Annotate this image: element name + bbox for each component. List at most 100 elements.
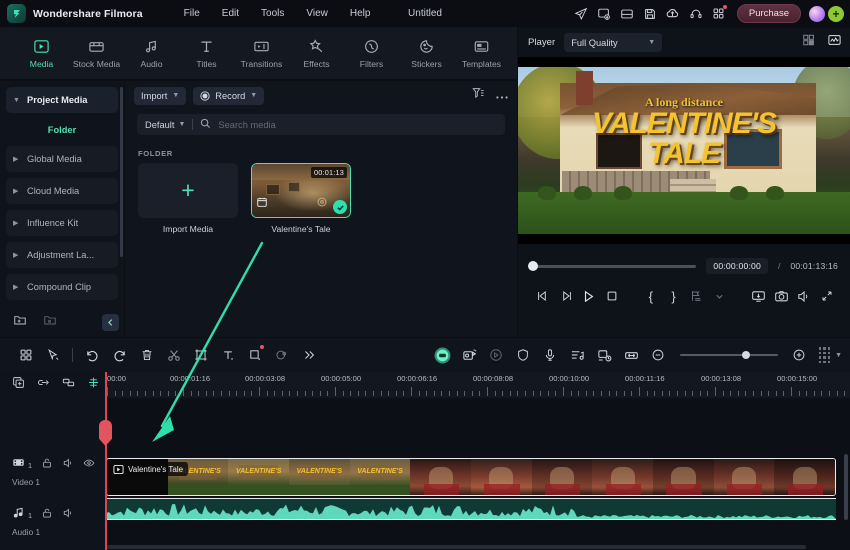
share-icon[interactable] [571,4,591,24]
zoom-in-icon[interactable] [786,343,813,367]
sidebar-scrollbar[interactable] [120,87,123,257]
markers-icon[interactable] [685,285,708,307]
link-icon[interactable] [37,376,50,394]
preview-stage[interactable]: A long distance VALENTINE'S TALE [518,57,850,244]
playhead-ruler[interactable] [105,372,107,398]
grid-view-icon[interactable] [12,343,39,367]
lock-icon[interactable] [41,456,53,474]
tab-effects[interactable]: Effects [289,38,344,69]
tab-transitions[interactable]: Transitions [234,38,289,69]
voice-icon[interactable] [537,343,564,367]
import-button[interactable]: Import ▼ [134,86,187,105]
add-to-timeline-icon[interactable] [256,195,268,213]
tab-media[interactable]: Media [14,38,69,69]
sidebar-item-project-media[interactable]: ▼ Project Media [6,87,118,113]
tab-stickers[interactable]: Stickers [399,38,454,69]
mask-icon[interactable] [241,343,268,367]
tab-templates[interactable]: Templates [454,38,509,69]
menu-help[interactable]: Help [339,4,382,23]
zoom-slider-handle[interactable] [741,350,750,359]
mark-in-icon[interactable]: { [639,285,662,307]
seek-handle[interactable] [528,261,538,271]
cloud-icon[interactable] [663,4,683,24]
delete-folder-icon[interactable] [43,313,57,332]
play-icon[interactable] [578,285,601,307]
prev-frame-icon[interactable] [532,285,555,307]
layout-icon[interactable] [617,4,637,24]
split-icon[interactable] [160,343,187,367]
tab-filters[interactable]: Filters [344,38,399,69]
redo-icon[interactable] [106,343,133,367]
audio-mixer-icon[interactable] [564,343,591,367]
smart-cutout-icon[interactable] [456,343,483,367]
stop-icon[interactable] [600,285,623,307]
fullscreen-icon[interactable] [815,285,838,307]
duplicate-icon[interactable] [12,376,25,394]
sidebar-item-influence-kit[interactable]: ▶ Influence Kit [6,210,118,236]
delete-icon[interactable] [133,343,160,367]
filter-icon[interactable] [471,86,485,105]
crop-icon[interactable] [187,343,214,367]
mute-icon[interactable] [62,456,74,474]
seek-bar[interactable] [528,261,697,271]
current-timecode[interactable]: 00:00:00:00 [706,258,768,274]
menu-file[interactable]: File [173,4,211,23]
text-icon[interactable] [214,343,241,367]
media-info-icon[interactable] [316,195,328,213]
zoom-slider[interactable] [679,350,778,359]
import-media-box[interactable]: + [138,163,238,218]
menu-view[interactable]: View [295,4,339,23]
save-icon[interactable] [640,4,660,24]
more-tools-icon[interactable] [295,343,322,367]
sidebar-folder-label[interactable]: Folder [6,119,118,141]
add-account-icon[interactable]: + [828,5,844,22]
motion-tracking-icon[interactable] [483,343,510,367]
purchase-button[interactable]: Purchase [736,4,801,23]
tab-titles[interactable]: Titles [179,38,234,69]
snap-icon[interactable] [87,376,100,394]
support-icon[interactable] [686,4,706,24]
marker-icon[interactable] [591,343,618,367]
quality-dropdown[interactable]: Full Quality ▼ [564,33,663,52]
timeline-ruler[interactable]: 00:00 00:00:01:16 00:00:03:08 00:00:05:0… [105,372,850,398]
apps-icon[interactable] [709,4,729,24]
group-icon[interactable] [62,376,75,394]
select-tool-icon[interactable] [39,343,66,367]
tab-audio[interactable]: Audio [124,38,179,69]
menu-edit[interactable]: Edit [211,4,250,23]
avatar[interactable] [809,5,825,22]
lock-icon[interactable] [41,506,53,524]
sidebar-item-adjustment-layer[interactable]: ▶ Adjustment La... [6,242,118,268]
export-icon[interactable] [594,4,614,24]
import-media-cell[interactable]: + Import Media [138,163,238,234]
panel-resize-handle[interactable] [818,347,831,363]
snapshot-icon[interactable] [770,285,793,307]
media-item-cell[interactable]: 00:01:13 Valentine's Tale [251,163,351,234]
menu-tools[interactable]: Tools [250,4,295,23]
timeline-vertical-scrollbar[interactable] [844,454,848,520]
stabilization-icon[interactable] [510,343,537,367]
sidebar-item-cloud-media[interactable]: ▶ Cloud Media [6,178,118,204]
eye-icon[interactable] [83,456,95,474]
waveform-icon[interactable] [827,33,842,52]
render-preview-icon[interactable] [747,285,770,307]
chevron-down-icon[interactable]: ▼ [835,352,842,359]
markers-dropdown-icon[interactable] [708,285,731,307]
volume-icon[interactable] [792,285,815,307]
sort-dropdown[interactable]: Default ▼ [145,120,185,130]
timeline-clip-audio[interactable] [106,498,836,520]
timeline-clip-video[interactable]: VALENTINE'S VALENTINE'S VALENTINE'S VALENTI… [106,458,836,496]
mark-out-icon[interactable]: } [662,285,685,307]
new-folder-icon[interactable] [13,313,27,332]
timeline-horizontal-scrollbar[interactable] [106,545,806,549]
undo-icon[interactable] [79,343,106,367]
mute-icon[interactable] [62,506,74,524]
sidebar-item-global-media[interactable]: ▶ Global Media [6,146,118,172]
keyframe-icon[interactable] [268,343,295,367]
collapse-panel-icon[interactable] [102,314,119,331]
ai-portrait-icon[interactable] [429,343,456,367]
sidebar-item-compound-clip[interactable]: ▶ Compound Clip [6,274,118,300]
next-frame-icon[interactable] [555,285,578,307]
layout-grid-icon[interactable] [802,33,816,52]
more-options-icon[interactable] [495,87,509,105]
